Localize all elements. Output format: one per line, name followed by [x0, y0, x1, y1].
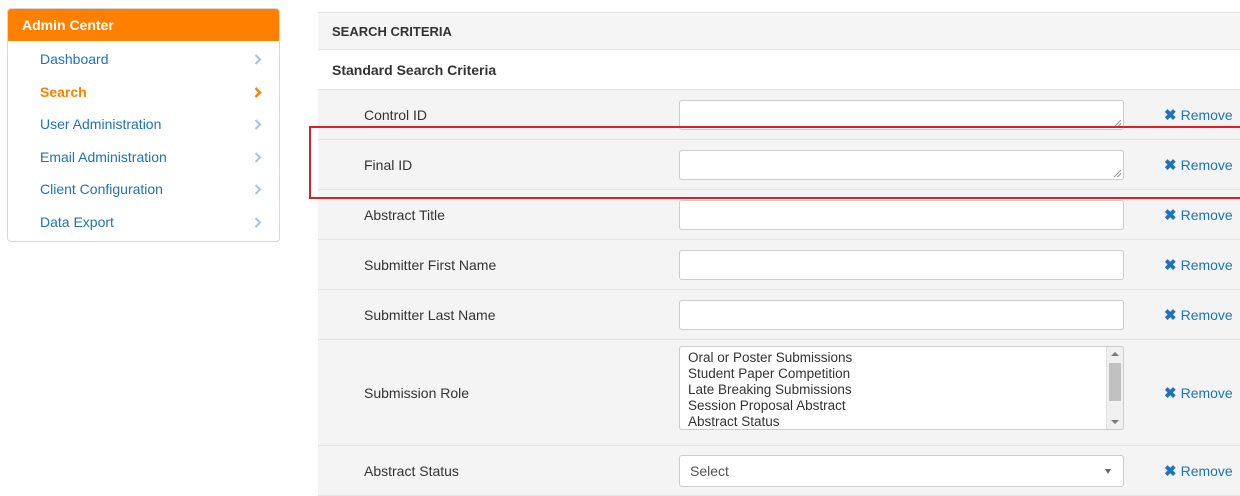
criteria-row-submission-role: Submission Role Oral or Poster Submissio…: [318, 340, 1240, 446]
close-icon: ✖: [1164, 156, 1177, 174]
sidebar-item-email-administration[interactable]: Email Administration: [8, 141, 279, 174]
remove-button[interactable]: ✖ Remove: [1164, 190, 1233, 239]
remove-label: Remove: [1180, 106, 1233, 123]
remove-label: Remove: [1180, 306, 1233, 323]
criteria-row-abstract-status: Abstract Status Select ✖ Remove: [318, 446, 1240, 496]
sidebar-item-client-configuration[interactable]: Client Configuration: [8, 173, 279, 206]
close-icon: ✖: [1164, 384, 1177, 402]
criteria-row-submitter-first-name: Submitter First Name ✖ Remove: [318, 240, 1240, 290]
scrollbar-thumb[interactable]: [1109, 363, 1121, 401]
listbox-option[interactable]: Session Proposal Abstract: [688, 398, 1123, 414]
admin-sidebar: Admin Center Dashboard Search User Admin…: [7, 8, 280, 242]
listbox-scrollbar[interactable]: [1106, 347, 1123, 429]
select-value: Select: [690, 463, 729, 479]
submitter-first-name-input[interactable]: [679, 250, 1124, 280]
sidebar-item-label: Search: [40, 83, 87, 100]
chevron-right-icon: [254, 141, 266, 173]
abstract-status-select[interactable]: Select: [679, 455, 1124, 487]
field-label: Abstract Status: [364, 462, 459, 479]
criteria-row-submitter-last-name: Submitter Last Name ✖ Remove: [318, 290, 1240, 340]
final-id-input[interactable]: [679, 150, 1124, 180]
submitter-last-name-input[interactable]: [679, 300, 1124, 330]
field-label: Final ID: [364, 156, 413, 173]
sidebar-item-label: Email Administration: [40, 148, 167, 165]
remove-button[interactable]: ✖ Remove: [1164, 140, 1233, 189]
close-icon: ✖: [1164, 306, 1177, 324]
chevron-right-icon: [254, 173, 266, 205]
sidebar-item-search[interactable]: Search: [8, 76, 279, 109]
submission-role-listbox[interactable]: Oral or Poster Submissions Student Paper…: [679, 346, 1124, 430]
section-title: Standard Search Criteria: [318, 50, 1240, 90]
chevron-right-icon: [254, 206, 266, 238]
sidebar-title: Admin Center: [8, 9, 279, 41]
search-criteria-panel: SEARCH CRITERIA Standard Search Criteria…: [318, 12, 1240, 496]
abstract-title-input[interactable]: [679, 200, 1124, 230]
criteria-row-control-id: Control ID ✖ Remove: [318, 90, 1240, 140]
remove-label: Remove: [1180, 156, 1233, 173]
panel-header: SEARCH CRITERIA: [318, 12, 1240, 50]
sidebar-nav: Dashboard Search User Administration Ema…: [8, 41, 279, 238]
sidebar-item-label: Dashboard: [40, 51, 109, 67]
remove-button[interactable]: ✖ Remove: [1164, 446, 1233, 495]
remove-label: Remove: [1180, 384, 1233, 401]
sidebar-item-dashboard[interactable]: Dashboard: [8, 43, 279, 76]
field-label: Submitter First Name: [364, 256, 497, 273]
close-icon: ✖: [1164, 256, 1177, 274]
field-label: Submitter Last Name: [364, 306, 496, 323]
sidebar-item-label: Data Export: [40, 213, 114, 230]
sidebar-item-data-export[interactable]: Data Export: [8, 206, 279, 239]
sidebar-item-label: User Administration: [40, 116, 162, 132]
field-label: Abstract Title: [364, 206, 445, 223]
close-icon: ✖: [1164, 106, 1177, 124]
field-label: Control ID: [364, 106, 428, 123]
control-id-input[interactable]: [679, 100, 1124, 130]
listbox-option[interactable]: Student Paper Competition: [688, 366, 1123, 382]
chevron-right-icon: [254, 108, 266, 140]
field-label: Submission Role: [364, 384, 470, 401]
remove-button[interactable]: ✖ Remove: [1164, 90, 1233, 139]
remove-label: Remove: [1180, 206, 1233, 223]
caret-down-icon: [1105, 469, 1111, 474]
remove-button[interactable]: ✖ Remove: [1164, 290, 1233, 339]
remove-button[interactable]: ✖ Remove: [1164, 340, 1233, 445]
close-icon: ✖: [1164, 462, 1177, 480]
chevron-right-icon: [254, 76, 266, 108]
listbox-option[interactable]: Abstract Status: [688, 414, 1123, 429]
remove-button[interactable]: ✖ Remove: [1164, 240, 1233, 289]
criteria-row-abstract-title: Abstract Title ✖ Remove: [318, 190, 1240, 240]
scroll-up-icon[interactable]: [1111, 352, 1119, 356]
listbox-options: Oral or Poster Submissions Student Paper…: [680, 347, 1123, 429]
listbox-option[interactable]: Late Breaking Submissions: [688, 382, 1123, 398]
listbox-option[interactable]: Oral or Poster Submissions: [688, 350, 1123, 366]
sidebar-item-label: Client Configuration: [40, 181, 163, 197]
close-icon: ✖: [1164, 206, 1177, 224]
sidebar-item-user-administration[interactable]: User Administration: [8, 108, 279, 141]
remove-label: Remove: [1180, 256, 1233, 273]
criteria-row-final-id: Final ID ✖ Remove: [318, 140, 1240, 190]
remove-label: Remove: [1180, 462, 1233, 479]
chevron-right-icon: [254, 43, 266, 75]
scroll-down-icon[interactable]: [1111, 420, 1119, 424]
